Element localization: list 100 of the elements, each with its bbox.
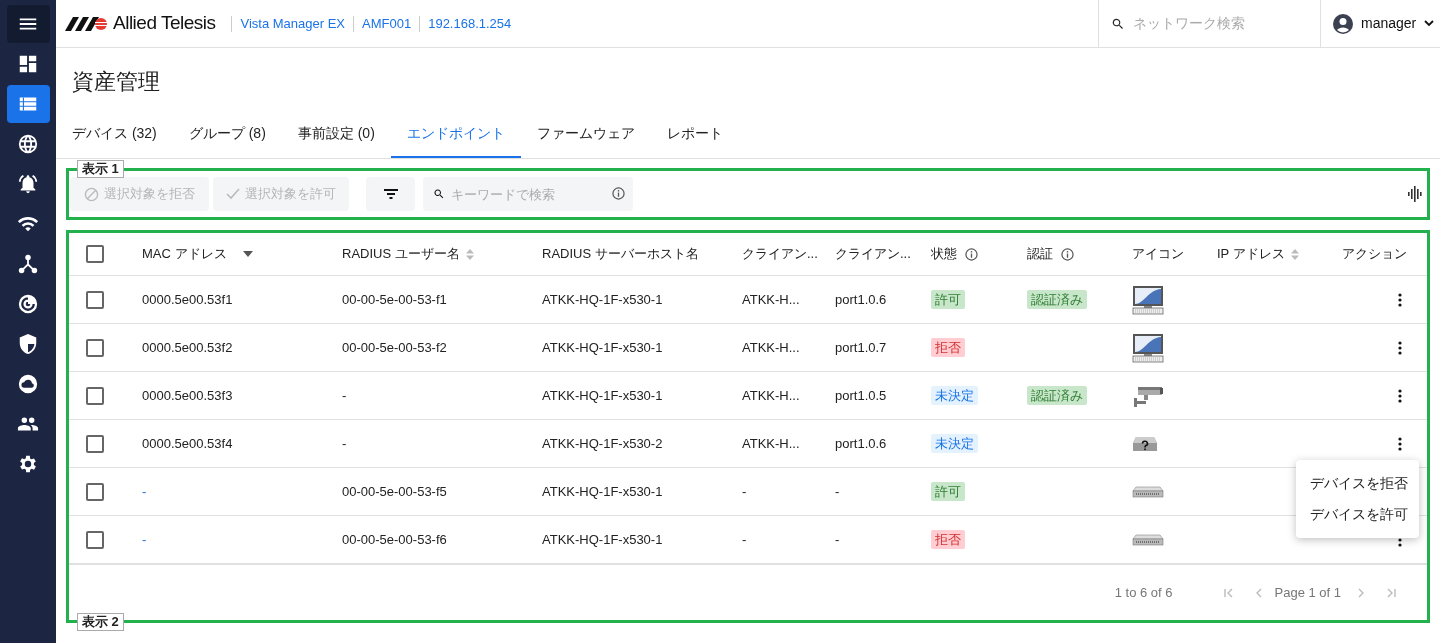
shield-icon (17, 333, 39, 355)
table-cell: 00-00-5e-00-53-f5 (342, 483, 447, 499)
logo-icon (65, 16, 109, 31)
table-cell: 00-00-5e-00-53-f6 (342, 531, 447, 547)
table-cell: 0000.5e00.53f2 (142, 339, 233, 355)
allowed-tag: 許可 (931, 481, 965, 501)
table-cell: - (142, 531, 147, 547)
column-header: クライアン... (835, 245, 911, 264)
column-header: アクション (1342, 245, 1407, 264)
page-title: 資産管理 (71, 68, 161, 96)
table-cell: port1.0.6 (835, 291, 887, 307)
table-cell: port1.0.7 (835, 339, 887, 355)
table-cell: port1.0.6 (835, 435, 887, 451)
column-header: RADIUS サーバーホスト名 (542, 245, 699, 264)
breadcrumb-link[interactable]: Vista Manager EX (240, 13, 346, 34)
row-checkbox[interactable] (86, 434, 104, 453)
table-cell: - (742, 531, 747, 547)
annotation-label: 表示 1 (77, 160, 124, 178)
column-header: アイコン (1132, 245, 1184, 264)
table-cell: ATKK-HQ-1F-x530-2 (542, 435, 663, 451)
tab[interactable]: ファームウェア (520, 110, 651, 158)
sidebar-item[interactable] (6, 5, 50, 43)
settings-icon (17, 453, 39, 475)
table-cell: ATKK-H... (742, 435, 800, 451)
prohibited-icon (84, 186, 99, 202)
more-options-icon[interactable] (1398, 436, 1402, 451)
row-checkbox[interactable] (86, 290, 104, 309)
search-icon (433, 188, 445, 200)
menu-item[interactable]: デバイスを拒否 (1296, 468, 1419, 499)
dashboard-icon (17, 53, 39, 75)
row-checkbox[interactable] (86, 530, 104, 549)
info-icon (612, 187, 625, 200)
table-cell: ATKK-H... (742, 291, 800, 307)
table-cell: ATKK-H... (742, 387, 800, 403)
more-options-icon[interactable] (1398, 340, 1402, 355)
more-options-icon[interactable] (1398, 292, 1402, 307)
check-icon (226, 188, 240, 200)
network-search-field[interactable]: ネットワーク検索 (1133, 13, 1303, 34)
cloud-icon (17, 373, 39, 395)
annotation-label: 表示 2 (77, 613, 124, 631)
tab[interactable]: レポート (650, 110, 739, 158)
table-cell: ATKK-HQ-1F-x530-1 (542, 483, 663, 499)
globe-icon (17, 133, 39, 155)
table-cell: - (342, 435, 347, 451)
table-cell: - (142, 483, 147, 499)
authenticated-tag: 認証済み (1027, 385, 1087, 405)
sort-descending-icon[interactable] (242, 251, 253, 257)
table-cell: - (835, 531, 840, 547)
row-checkbox[interactable] (86, 482, 104, 501)
table-cell: port1.0.5 (835, 387, 887, 403)
table-cell: 0000.5e00.53f1 (142, 291, 233, 307)
table-cell: ATKK-HQ-1F-x530-1 (542, 291, 663, 307)
table-cell: ATKK-HQ-1F-x530-1 (542, 531, 663, 547)
table-cell: - (742, 483, 747, 499)
table-cell: 00-00-5e-00-53-f2 (342, 339, 447, 355)
tab[interactable]: 事前設定 (0) (281, 110, 391, 158)
select-all-checkbox[interactable] (86, 245, 104, 263)
row-checkbox[interactable] (86, 338, 104, 357)
column-header: IP アドレス (1217, 245, 1285, 264)
pagination-range: 1 to 6 of 6 (1114, 583, 1173, 602)
table-cell: ATKK-H... (742, 339, 800, 355)
user-avatar-icon (1333, 13, 1353, 34)
table-cell: 00-00-5e-00-53-f1 (342, 291, 447, 307)
menu-item[interactable]: デバイスを許可 (1296, 499, 1419, 530)
info-icon[interactable] (965, 247, 978, 261)
sidebar-item[interactable] (6, 85, 50, 123)
info-icon[interactable] (1061, 247, 1074, 261)
column-header: MAC アドレス (142, 245, 227, 264)
bell-icon (17, 173, 39, 195)
table-cell: 0000.5e00.53f3 (142, 387, 233, 403)
column-header: 認証 (1027, 245, 1053, 264)
search-icon (1111, 16, 1125, 31)
pending-tag: 未決定 (931, 433, 978, 453)
column-header: 状態 (931, 245, 957, 264)
table-cell: - (342, 387, 347, 403)
table-cell: 0000.5e00.53f4 (142, 435, 233, 451)
more-options-icon[interactable] (1398, 388, 1402, 403)
user-menu-button[interactable]: manager (1361, 13, 1417, 34)
column-header: クライアン... (742, 245, 818, 264)
column-header: RADIUS ユーザー名 (342, 245, 460, 264)
tab[interactable]: デバイス (32) (56, 110, 173, 158)
keyword-search-field[interactable]: キーワードで検索 (423, 177, 633, 211)
tab[interactable]: エンドポイント (390, 110, 521, 158)
page-indicator: Page 1 of 1 (1274, 583, 1341, 602)
filter-button[interactable] (366, 177, 415, 211)
authenticated-tag: 認証済み (1027, 289, 1087, 309)
table-cell: ATKK-HQ-1F-x530-1 (542, 339, 663, 355)
pending-tag: 未決定 (931, 385, 978, 405)
table-cell: - (835, 483, 840, 499)
breadcrumb-link[interactable]: 192.168.1.254 (428, 13, 512, 34)
filter-icon (383, 189, 398, 199)
chevron-down-icon (1424, 20, 1435, 27)
table-cell: ATKK-HQ-1F-x530-1 (542, 387, 663, 403)
denied-tag: 拒否 (931, 337, 965, 357)
tab[interactable]: グループ (8) (172, 110, 282, 158)
breadcrumb-link[interactable]: AMF001 (362, 13, 412, 34)
row-checkbox[interactable] (86, 386, 104, 405)
denied-tag: 拒否 (931, 529, 965, 549)
network-icon (17, 253, 39, 275)
radar-icon (17, 293, 39, 315)
